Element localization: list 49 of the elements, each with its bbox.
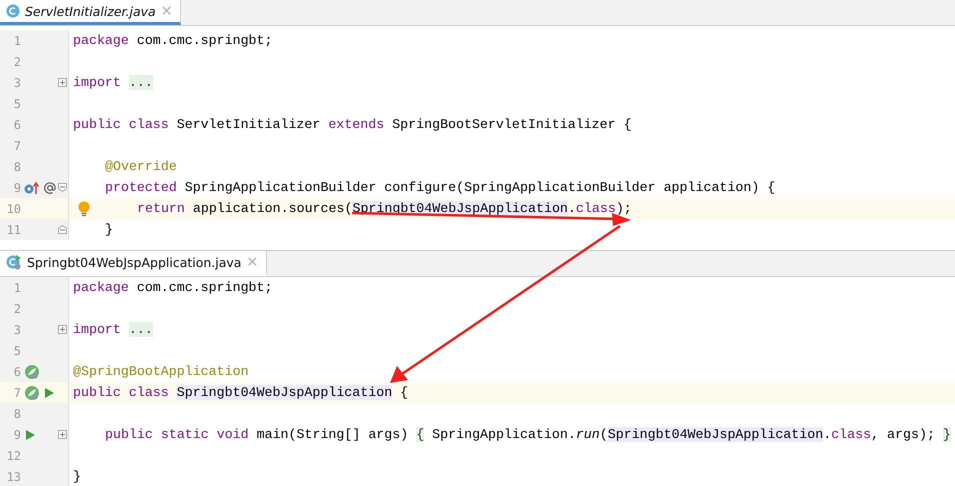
line-number: 1	[12, 34, 22, 48]
line-number: 7	[12, 386, 22, 400]
code-line: @Override	[105, 159, 177, 174]
spring-class-icon	[6, 254, 22, 270]
fold-expand-icon[interactable]	[58, 325, 68, 334]
fold-expand-icon[interactable]	[58, 78, 68, 87]
line-number: 10	[6, 202, 22, 216]
fold-end-icon[interactable]	[58, 225, 68, 234]
line-number: 3	[12, 322, 22, 336]
code-line: import ...	[73, 75, 153, 90]
line-number: 2	[12, 302, 22, 316]
code-line: import ...	[73, 322, 153, 337]
line-number: 3	[12, 76, 22, 90]
code-line: @SpringBootApplication	[73, 364, 249, 379]
line-number: 6	[12, 118, 22, 132]
line-number: 7	[12, 138, 22, 152]
fold-expand-icon[interactable]	[58, 430, 68, 439]
code-line: }	[105, 222, 113, 237]
editor-tab[interactable]: Springbt04WebJspApplication.java ×	[0, 251, 268, 276]
line-number: 11	[6, 222, 22, 236]
code-line: public class Springbt04WebJspApplication {	[73, 385, 408, 400]
fold-collapse-icon[interactable]	[58, 183, 68, 192]
line-number: 1	[12, 280, 22, 294]
code-line: }	[73, 469, 81, 484]
run-icon[interactable]	[24, 428, 36, 440]
line-number: 12	[6, 448, 22, 462]
line-number: 9	[12, 180, 22, 194]
code-line: package com.cmc.springbt;	[73, 280, 272, 295]
line-number: 8	[12, 160, 22, 174]
line-number: 5	[12, 96, 22, 110]
at-icon[interactable]	[43, 180, 58, 194]
spring-bean-icon[interactable]	[24, 364, 40, 380]
line-number: 8	[12, 406, 22, 420]
code-line: public class ServletInitializer extends SpringBootServletInitializer {	[73, 117, 632, 132]
code-line: protected SpringApplicationBuilder configure(SpringApplicationBuilder application) {	[105, 180, 776, 195]
code-line: public static void main(String[] args) { SpringApplication.run(Springbt04WebJspApplication.class, args); }	[105, 427, 951, 442]
line-number: 6	[12, 364, 22, 378]
code-line: package com.cmc.springbt;	[73, 33, 272, 48]
run-icon[interactable]	[43, 386, 56, 398]
lightbulb-icon[interactable]	[78, 201, 90, 217]
line-number: 13	[6, 470, 22, 484]
line-number: 9	[12, 428, 22, 442]
overrides-icon[interactable]	[24, 180, 40, 194]
spring-bean-icon[interactable]	[24, 384, 40, 400]
editor-tab[interactable]: ServletInitializer.java ×	[0, 0, 182, 25]
class-file-icon	[6, 4, 20, 18]
line-number: 5	[12, 344, 22, 358]
line-number: 2	[12, 54, 22, 68]
code-line: return application.sources(Springbt04WebJspApplication.class);	[137, 201, 632, 216]
